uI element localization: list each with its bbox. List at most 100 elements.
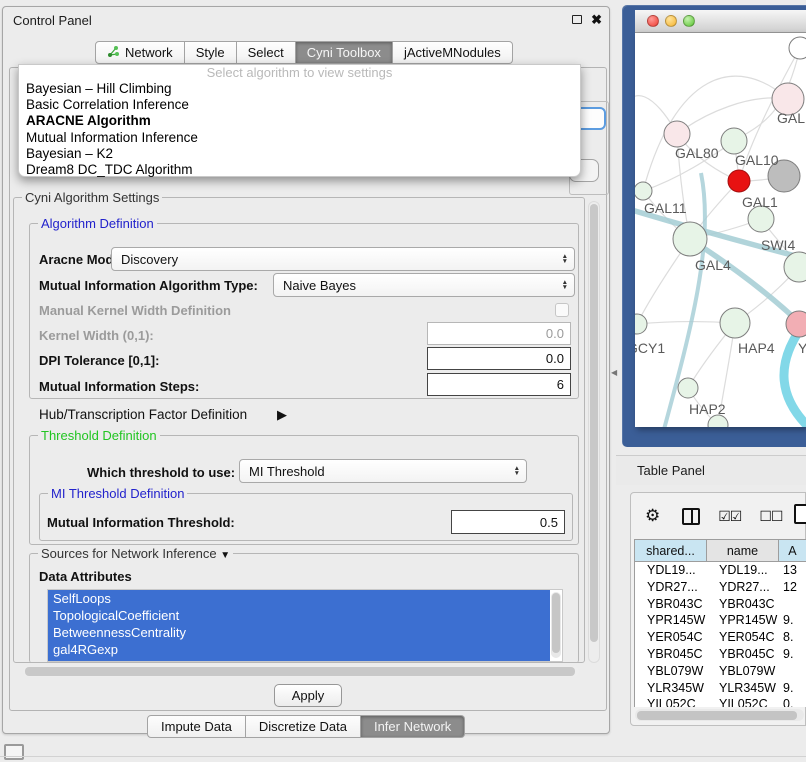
zoom-traffic-light-icon[interactable] bbox=[683, 15, 695, 27]
aracne-mode-combo[interactable]: Discovery ▲▼ bbox=[111, 247, 575, 271]
table-cell: YBR043C bbox=[707, 596, 779, 613]
columns-icon[interactable] bbox=[682, 508, 700, 525]
hub-section-label[interactable]: Hub/Transcription Factor Definition bbox=[39, 407, 247, 422]
algorithm-dropdown-popup: Select algorithm to view settings Bayesi… bbox=[18, 64, 581, 177]
table-cell: 13 bbox=[779, 562, 806, 579]
tab-jactivemnodules[interactable]: jActiveMNodules bbox=[393, 41, 513, 64]
apply-button[interactable]: Apply bbox=[274, 684, 342, 707]
kernel-width-field[interactable]: 0.0 bbox=[427, 322, 571, 345]
document-icon[interactable] bbox=[794, 504, 806, 524]
minimize-traffic-light-icon[interactable] bbox=[665, 15, 677, 27]
manual-kernel-checkbox[interactable] bbox=[555, 303, 569, 317]
table-row[interactable]: YDR27...YDR27...12 bbox=[635, 579, 806, 596]
network-node[interactable] bbox=[678, 378, 698, 398]
attribute-item[interactable] bbox=[48, 658, 550, 662]
algorithm-option[interactable]: ARACNE Algorithm bbox=[19, 113, 580, 129]
table-horizontal-scrollbar[interactable] bbox=[635, 709, 804, 721]
network-canvas[interactable]: GALGAL80GAL10GAL11GAL1SWI4GAL4GCY1HAP4YH… bbox=[635, 33, 806, 427]
stepper-icon: ▲▼ bbox=[562, 280, 568, 290]
table-row[interactable]: YIL052CYIL052C0. bbox=[635, 696, 806, 707]
network-node[interactable] bbox=[635, 182, 652, 200]
table-row[interactable]: YPR145WYPR145W9. bbox=[635, 612, 806, 629]
deselect-all-checkboxes-icon[interactable]: ☐☐ bbox=[759, 508, 782, 525]
network-icon bbox=[107, 45, 120, 61]
mi-steps-field[interactable]: 6 bbox=[427, 373, 571, 396]
collapsed-arrow-icon[interactable]: ▶ bbox=[277, 407, 287, 423]
settings-horizontal-scrollbar[interactable] bbox=[23, 666, 579, 677]
tab-impute-data[interactable]: Impute Data bbox=[147, 715, 246, 738]
algorithm-option[interactable]: Bayesian – Hill Climbing bbox=[19, 81, 580, 97]
attribute-item[interactable]: gal4RGexp bbox=[48, 641, 550, 658]
table-row[interactable]: YBL079WYBL079W bbox=[635, 663, 806, 680]
tab-label: Impute Data bbox=[161, 719, 232, 734]
node-label: GAL4 bbox=[695, 257, 731, 273]
data-attributes-label: Data Attributes bbox=[39, 569, 132, 584]
node-label: GAL bbox=[777, 110, 805, 126]
attribute-item[interactable]: BetweennessCentrality bbox=[48, 624, 550, 641]
table-cell: 8. bbox=[779, 629, 806, 646]
panel-divider-handle[interactable]: ◀ bbox=[611, 368, 617, 377]
float-window-icon[interactable] bbox=[572, 15, 582, 24]
node-label: GAL80 bbox=[675, 145, 719, 161]
mi-type-combo[interactable]: Naive Bayes ▲▼ bbox=[273, 273, 575, 297]
table-cell: YDL19... bbox=[707, 562, 779, 579]
close-icon[interactable]: ✖ bbox=[591, 12, 602, 28]
table-cell: YDR27... bbox=[707, 579, 779, 596]
manual-kernel-label: Manual Kernel Width Definition bbox=[39, 303, 231, 318]
gear-icon[interactable]: ⚙ bbox=[645, 506, 660, 526]
column-header[interactable]: name bbox=[707, 540, 779, 561]
table-cell: YIL052C bbox=[635, 696, 707, 707]
bottom-tabbar: Impute Data Discretize Data Infer Networ… bbox=[147, 715, 465, 738]
table-cell: YBL079W bbox=[635, 663, 707, 680]
tab-label: jActiveMNodules bbox=[404, 45, 501, 60]
dpi-tolerance-field[interactable]: 0.0 bbox=[427, 347, 571, 370]
tab-cyni-toolbox[interactable]: Cyni Toolbox bbox=[296, 41, 393, 64]
table-row[interactable]: YER054CYER054C8. bbox=[635, 629, 806, 646]
network-node[interactable] bbox=[789, 37, 806, 59]
settings-vertical-scrollbar[interactable] bbox=[588, 201, 600, 663]
algorithm-option[interactable]: Dream8 DC_TDC Algorithm bbox=[19, 162, 580, 178]
node-label: HAP4 bbox=[738, 340, 775, 356]
which-threshold-combo[interactable]: MI Threshold ▲▼ bbox=[239, 459, 527, 483]
table-row[interactable]: YBR043CYBR043C bbox=[635, 596, 806, 613]
table-panel-title: Table Panel bbox=[637, 463, 705, 478]
tab-infer-network[interactable]: Infer Network bbox=[361, 715, 465, 738]
node-label: GAL1 bbox=[742, 194, 778, 210]
algorithm-option[interactable]: Mutual Information Inference bbox=[19, 130, 580, 146]
table-cell: 0. bbox=[779, 696, 806, 707]
tab-style[interactable]: Style bbox=[185, 41, 237, 64]
table-row[interactable]: YLR345WYLR345W9. bbox=[635, 680, 806, 697]
column-header[interactable]: A bbox=[779, 540, 806, 561]
network-node[interactable] bbox=[728, 170, 750, 192]
select-all-checkboxes-icon[interactable]: ☑☑ bbox=[718, 508, 741, 525]
table-row[interactable]: YDL19...YDL19...13 bbox=[635, 562, 806, 579]
network-node[interactable] bbox=[720, 308, 750, 338]
list-scrollbar[interactable] bbox=[551, 592, 561, 658]
data-attributes-list[interactable]: SelfLoopsTopologicalCoefficientBetweenne… bbox=[47, 589, 563, 662]
algorithm-option[interactable]: Basic Correlation Inference bbox=[19, 97, 580, 113]
network-node[interactable] bbox=[673, 222, 707, 256]
node-attribute-table[interactable]: shared...nameA YDL19...YDL19...13YDR27..… bbox=[634, 539, 806, 707]
expanded-arrow-icon[interactable]: ▼ bbox=[220, 550, 230, 561]
table-row[interactable]: YBR045CYBR045C9. bbox=[635, 646, 806, 663]
network-node[interactable] bbox=[635, 314, 647, 334]
tab-discretize-data[interactable]: Discretize Data bbox=[246, 715, 361, 738]
tab-network[interactable]: Network bbox=[95, 41, 185, 64]
network-node[interactable] bbox=[664, 121, 690, 147]
attribute-item[interactable]: SelfLoops bbox=[48, 590, 550, 607]
table-cell: YDL19... bbox=[635, 562, 707, 579]
mi-threshold-field[interactable]: 0.5 bbox=[451, 510, 565, 534]
column-header[interactable]: shared... bbox=[635, 540, 707, 561]
network-node[interactable] bbox=[721, 128, 747, 154]
network-view-window: GALGAL80GAL10GAL11GAL1SWI4GAL4GCY1HAP4YH… bbox=[622, 5, 806, 447]
group-title: MI Threshold Definition bbox=[48, 486, 187, 501]
docked-panel-icon[interactable] bbox=[4, 744, 24, 760]
table-cell: YPR145W bbox=[707, 612, 779, 629]
tab-select[interactable]: Select bbox=[237, 41, 296, 64]
close-traffic-light-icon[interactable] bbox=[647, 15, 659, 27]
attribute-item[interactable]: TopologicalCoefficient bbox=[48, 607, 550, 624]
algorithm-option[interactable]: Bayesian – K2 bbox=[19, 146, 580, 162]
stepper-icon: ▲▼ bbox=[514, 466, 520, 476]
tab-label: Discretize Data bbox=[259, 719, 347, 734]
network-window-titlebar[interactable] bbox=[635, 10, 806, 33]
